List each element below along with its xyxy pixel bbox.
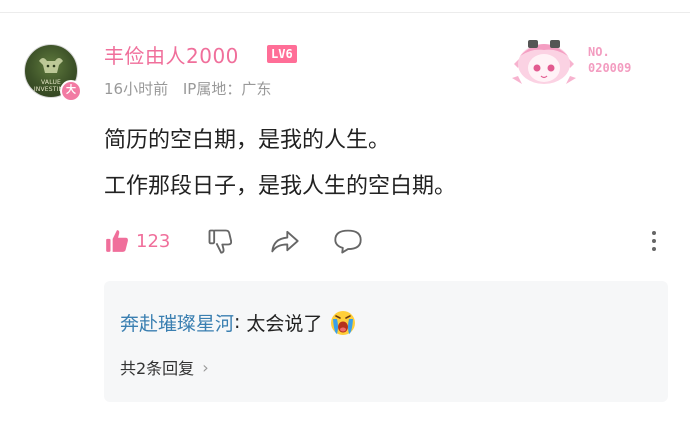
more-icon xyxy=(652,231,656,251)
thumb-down-icon xyxy=(208,229,233,254)
reply-preview-box[interactable]: 奔赴璀璨星河 : 太会说了 共2条回复 › xyxy=(104,281,668,402)
more-button[interactable] xyxy=(646,226,662,256)
share-button[interactable] xyxy=(270,226,300,256)
dislike-button[interactable] xyxy=(206,226,234,256)
like-button[interactable]: 123 xyxy=(104,226,170,256)
reply-username[interactable]: 奔赴璀璨星河 xyxy=(120,309,234,336)
post-meta: 16小时前 IP属地：广东 xyxy=(104,78,281,99)
fan-label: NO. xyxy=(588,45,610,59)
reply-text: 太会说了 xyxy=(246,312,323,335)
thumb-up-icon xyxy=(106,230,128,252)
comment-page: VALUE INVESTING 大 丰俭由人2000 LV6 16小时前 IP属… xyxy=(0,0,690,437)
avatar-badge: 大 xyxy=(60,80,82,102)
username[interactable]: 丰俭由人2000 xyxy=(104,40,239,69)
divider xyxy=(0,12,690,13)
crying-emoji-icon xyxy=(331,311,356,335)
level-badge: LV6 xyxy=(267,45,297,63)
ip-location: IP属地：广东 xyxy=(182,80,272,98)
post-time: 16小时前 xyxy=(104,80,169,98)
bull-logo-icon xyxy=(39,58,63,73)
fan-number-value: 020009 xyxy=(588,61,632,75)
comment-icon xyxy=(334,229,362,254)
content-line: 简历的空白期，是我的人生。 xyxy=(104,128,391,153)
fan-number: NO. 020009 xyxy=(588,44,631,76)
reply-item: 奔赴璀璨星河 : 太会说了 xyxy=(120,307,358,337)
comment-content: 简历的空白期，是我的人生。 工作那段日子，是我人生的空白期。 xyxy=(104,118,456,210)
content-line: 工作那段日子，是我人生的空白期。 xyxy=(104,174,457,199)
like-count: 123 xyxy=(136,230,171,252)
share-icon xyxy=(271,230,299,253)
reply-colon: : xyxy=(234,311,241,333)
reply-total-label: 共2条回复 xyxy=(120,359,195,378)
chevron-right-icon: › xyxy=(202,357,209,377)
view-replies-link[interactable]: 共2条回复 › xyxy=(120,355,209,379)
comment-button[interactable] xyxy=(333,226,363,256)
